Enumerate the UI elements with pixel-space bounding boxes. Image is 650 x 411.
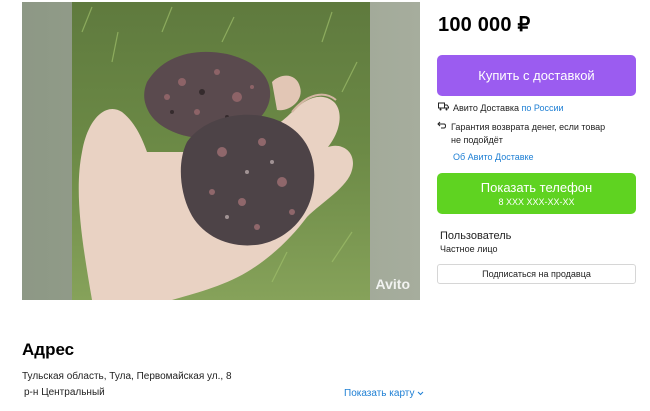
delivery-region-link[interactable]: по России — [522, 103, 564, 113]
show-map-link[interactable]: Показать карту — [344, 388, 424, 399]
address-heading: Адрес — [22, 340, 75, 359]
address-district: р-н Центральный — [24, 387, 105, 398]
masked-phone-number: 8 XXX XXX-XX-XX — [498, 196, 575, 207]
show-phone-label: Показать телефон — [480, 179, 593, 195]
guarantee-info-row: Гарантия возврата денег, если товар не п… — [437, 121, 617, 147]
delivery-service-text: Авито Доставка — [453, 103, 519, 113]
subscribe-to-seller-button[interactable]: Подписаться на продавца — [437, 264, 636, 284]
price: 100 000 ₽ — [438, 14, 531, 36]
delivery-info-row: Авито Доставка по России — [437, 102, 564, 115]
truck-icon — [437, 102, 449, 111]
listing-photo[interactable]: Avito — [22, 2, 420, 300]
show-phone-button[interactable]: Показать телефон 8 XXX XXX-XX-XX — [437, 173, 636, 214]
return-arrow-icon — [437, 121, 447, 130]
chevron-down-icon — [417, 388, 424, 399]
address-line: Тульская область, Тула, Первомайская ул.… — [22, 371, 232, 382]
stones-in-hand-image — [22, 2, 420, 300]
seller-type: Частное лицо — [440, 244, 498, 254]
seller-name-link[interactable]: Пользователь — [440, 230, 511, 242]
about-avito-delivery-link[interactable]: Об Авито Доставке — [453, 151, 534, 164]
guarantee-text: Гарантия возврата денег, если товар не п… — [451, 122, 606, 145]
show-map-label: Показать карту — [344, 388, 415, 399]
buy-with-delivery-button[interactable]: Купить с доставкой — [437, 55, 636, 96]
avito-watermark: Avito — [375, 276, 410, 292]
